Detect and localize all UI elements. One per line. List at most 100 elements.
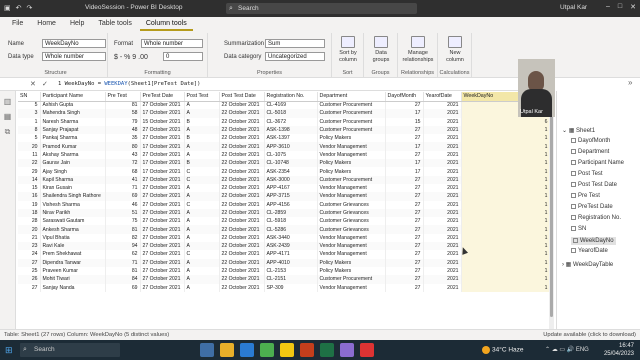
table-cell[interactable]: Vendor Management [317, 242, 386, 251]
table-cell[interactable]: ASK-1397 [264, 134, 318, 143]
table-cell[interactable]: 6 [461, 117, 550, 126]
table-cell[interactable]: 1 [461, 233, 550, 243]
field-checkbox[interactable] [571, 160, 576, 165]
table-cell[interactable]: 22 October 2021 [219, 101, 265, 110]
table-row[interactable]: 28 Saraswati Gautam 75 27 October 2021 A 22 O… [18, 217, 550, 226]
field-checkbox[interactable] [571, 171, 576, 176]
table-cell[interactable]: 72 [105, 159, 141, 168]
table-cell[interactable]: 17 October 2021 [140, 167, 185, 176]
field-checkbox[interactable] [571, 226, 576, 231]
table-cell[interactable]: 22 October 2021 [219, 217, 265, 226]
table-cell[interactable]: Policy Makers [317, 258, 386, 267]
table-cell[interactable]: 22 October 2021 [219, 258, 265, 267]
table-row[interactable]: 19 Vishesh Sharma 46 27 October 2021 C 22 Oct… [18, 200, 550, 209]
table-cell[interactable]: 2021 [423, 250, 462, 259]
table-cell[interactable]: 11 [18, 150, 41, 160]
table-row[interactable]: 14 Kapil Sharma 41 27 October 2021 C 22 Octob… [18, 175, 550, 184]
table-cell[interactable]: Praveen Kumar [40, 266, 106, 276]
table-cell[interactable]: A [184, 258, 220, 267]
table-cell[interactable]: Pramod Kumar [40, 142, 106, 151]
table-cell[interactable]: 27 [385, 101, 424, 110]
system-tray[interactable]: ⌃ ☁ ▭ 🔊 ENG [545, 346, 589, 353]
table-cell[interactable]: 27 October 2021 [140, 217, 185, 226]
table-cell[interactable]: A [184, 142, 220, 151]
table-row[interactable]: 27 Dipendra Tanwar 71 27 October 2021 A 22 Oc… [18, 258, 550, 267]
menu-file[interactable]: File [6, 17, 29, 31]
table-cell[interactable]: 2021 [423, 192, 462, 201]
field-checkbox[interactable] [571, 138, 576, 143]
table-cell[interactable]: 43 [105, 150, 141, 160]
table-cell[interactable]: 27 October 2021 [140, 275, 185, 284]
table-cell[interactable]: A [184, 217, 220, 226]
table-cell[interactable]: Vendor Management [317, 283, 386, 292]
table-cell[interactable]: Prem Shekhawat [40, 250, 106, 259]
menu-home[interactable]: Home [31, 17, 62, 31]
table-row[interactable]: 1 Naresh Sharma 79 15 October 2021 B 22 Octob… [18, 117, 550, 126]
table-cell[interactable]: 22 October 2021 [219, 117, 265, 126]
table-cell[interactable]: 27 [385, 183, 424, 193]
menu-column-tools[interactable]: Column tools [139, 17, 193, 31]
table-cell[interactable]: 27 October 2021 [140, 183, 185, 193]
table-cell[interactable]: 5 [18, 134, 41, 143]
table-cell[interactable]: 46 [105, 200, 141, 209]
column-header[interactable]: Registration No. [264, 92, 318, 102]
table-cell[interactable]: 27 [385, 125, 424, 135]
table-cell[interactable]: 71 [105, 183, 141, 193]
currency-symbols[interactable]: $ - % 9 .00 [114, 54, 148, 61]
table-cell[interactable]: Sanjay Prajapat [40, 125, 106, 135]
table-cell[interactable]: 2021 [423, 258, 462, 267]
table-cell[interactable]: 94 [105, 242, 141, 251]
table-expand-icon[interactable]: ⌄ ▦ Sheet1 [562, 127, 595, 134]
table-cell[interactable]: 68 [105, 167, 141, 176]
table-cell[interactable]: 29 [18, 167, 41, 176]
table-cell[interactable]: Customer Procurement [317, 101, 386, 110]
table-cell[interactable]: A [184, 192, 220, 201]
field-item[interactable]: SN [571, 226, 586, 232]
new-column-button[interactable]: New column [441, 36, 469, 64]
taskbar-search[interactable]: ⌕ Search [20, 343, 120, 357]
maximize-icon[interactable]: □ [618, 3, 622, 11]
table-cell[interactable]: A [184, 283, 220, 292]
table-cell[interactable]: 1 [461, 175, 550, 184]
table-cell[interactable]: 51 [105, 208, 141, 218]
table-cell[interactable]: Customer Grievances [317, 208, 386, 218]
table-cell[interactable]: 27 October 2021 [140, 200, 185, 209]
table-cell[interactable]: 27 [385, 150, 424, 160]
table-row[interactable]: 20 Pramod Kumar 80 17 October 2021 A 22 Octob… [18, 142, 550, 151]
column-header[interactable]: Post Test [184, 92, 220, 102]
table-cell[interactable]: 2021 [423, 183, 462, 193]
file-explorer-icon[interactable] [220, 343, 234, 357]
table-cell[interactable]: CL-1075 [264, 150, 318, 160]
table-cell[interactable]: 2021 [423, 167, 462, 176]
weather-widget[interactable]: 34°C Haze [482, 346, 524, 354]
table-cell[interactable]: C [184, 200, 220, 209]
table-cell[interactable]: 22 October 2021 [219, 167, 265, 176]
table-cell[interactable]: 26 [18, 275, 41, 284]
table-cell[interactable]: 2021 [423, 225, 462, 234]
table-cell[interactable]: Akshay Sharma [40, 150, 106, 160]
table-cell[interactable]: 16 [18, 192, 41, 201]
table-cell[interactable]: A [184, 275, 220, 284]
table-cell[interactable]: 27 October 2021 [140, 125, 185, 135]
table-cell[interactable]: 22 October 2021 [219, 250, 265, 259]
table-cell[interactable]: 15 [385, 117, 424, 126]
table-cell[interactable]: 27 [385, 242, 424, 251]
column-header[interactable]: YearofDate [423, 92, 462, 102]
table-cell[interactable]: 82 [105, 233, 141, 243]
table-cell[interactable]: 2021 [423, 208, 462, 218]
table-cell[interactable]: 25 [18, 266, 41, 276]
table-cell[interactable]: 2021 [423, 117, 462, 126]
table-cell[interactable]: APP-4171 [264, 250, 318, 259]
field-checkbox[interactable] [573, 238, 578, 243]
pane-collapse-icon[interactable]: » [628, 78, 640, 87]
table-cell[interactable]: 1 [461, 283, 550, 292]
powerpoint-icon[interactable] [300, 343, 314, 357]
table-cell[interactable]: Ashish Gupta [40, 101, 106, 110]
table-cell[interactable]: 28 [18, 217, 41, 226]
table-cell[interactable]: 22 October 2021 [219, 142, 265, 151]
table-cell[interactable]: 27 October 2021 [140, 250, 185, 259]
table-cell[interactable]: Gaurav Jain [40, 159, 106, 168]
table-cell[interactable]: Dipendra Tanwar [40, 258, 106, 267]
table-row[interactable]: 26 Mohit Tiwari 84 27 October 2021 A 22 Octob… [18, 275, 550, 284]
table-cell[interactable]: ASK-3000 [264, 175, 318, 184]
